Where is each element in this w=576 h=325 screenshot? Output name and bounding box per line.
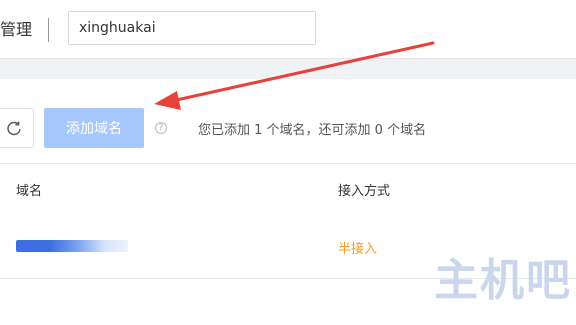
header-divider bbox=[48, 18, 49, 42]
quota-text: 您已添加 1 个域名，还可添加 0 个域名 bbox=[198, 123, 427, 138]
page-title: 管理 bbox=[0, 20, 33, 39]
help-icon[interactable]: ? bbox=[155, 122, 167, 134]
top-header: 管理 bbox=[0, 0, 576, 59]
refresh-button[interactable] bbox=[0, 108, 34, 148]
refresh-icon bbox=[7, 121, 21, 136]
add-domain-button[interactable]: 添加域名 bbox=[44, 108, 144, 148]
access-mode: 半接入 bbox=[338, 242, 378, 257]
watermark: 主机吧 bbox=[434, 255, 572, 306]
column-header-access: 接入方式 bbox=[338, 184, 391, 199]
header-band bbox=[0, 59, 576, 79]
domain-link-obscured[interactable] bbox=[16, 240, 128, 252]
column-header-domain: 域名 bbox=[16, 184, 43, 199]
table-header: 域名 接入方式 bbox=[0, 163, 576, 215]
domain-input[interactable] bbox=[68, 11, 316, 45]
